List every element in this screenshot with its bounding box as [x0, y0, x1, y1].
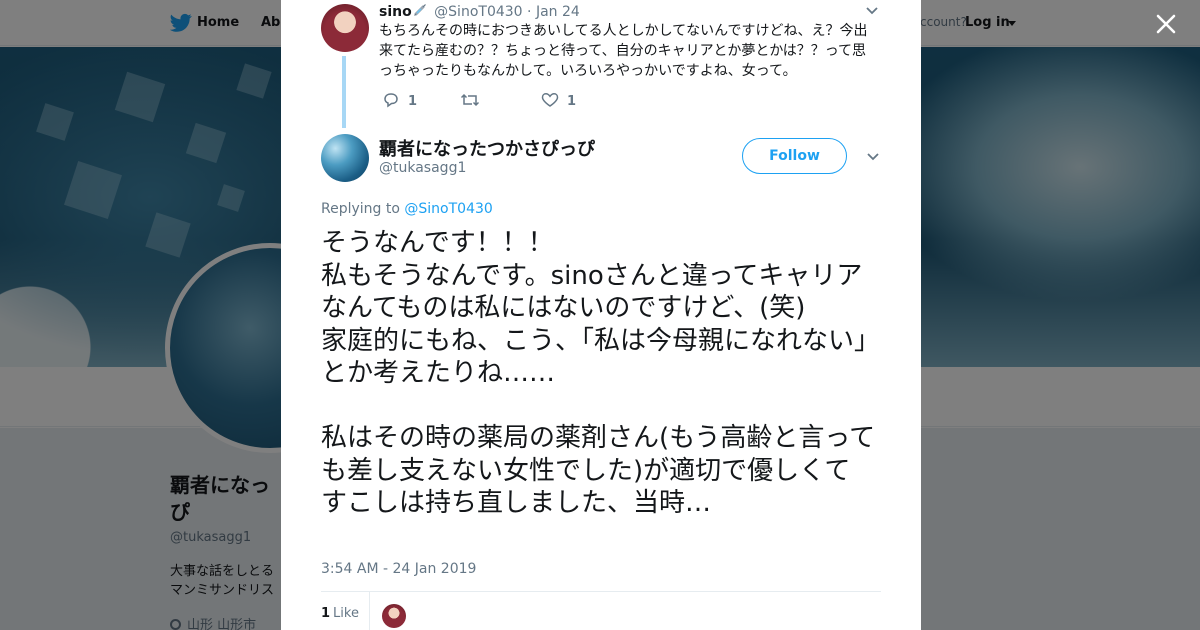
tweet-modal: sino @SinoT0430 · Jan 24 もちろんその時におつきあいして…	[281, 0, 921, 630]
reply-button[interactable]: 1	[382, 92, 417, 112]
parent-tweet-date[interactable]: Jan 24	[536, 4, 580, 20]
retweet-button[interactable]	[460, 92, 488, 112]
parent-tweet-header: sino @SinoT0430 · Jan 24	[379, 3, 580, 20]
syringe-icon	[413, 4, 426, 16]
likes-label: Like	[333, 606, 359, 621]
parent-tweet-handle[interactable]: @SinoT0430	[434, 4, 522, 20]
like-button[interactable]: 1	[541, 92, 576, 112]
tweet-author-handle[interactable]: @tukasagg1	[379, 160, 466, 176]
parent-tweet-avatar[interactable]	[321, 4, 369, 52]
tweet-author-avatar[interactable]	[321, 134, 369, 182]
tweet-text: そうなんです！！！ 私もそうなんです。sinoさんと違ってキャリアなんてものは私…	[321, 228, 881, 518]
like-count: 1	[567, 94, 577, 109]
replying-to: Replying to @SinoT0430	[321, 201, 493, 217]
stats-divider	[369, 592, 370, 630]
parent-tweet-name[interactable]: sino	[379, 4, 412, 20]
chevron-down-icon[interactable]	[865, 6, 879, 16]
tweet-timestamp[interactable]: 3:54 AM - 24 Jan 2019	[321, 561, 476, 577]
heart-icon	[541, 93, 559, 107]
likes-count: 1	[321, 606, 331, 621]
likes-stat[interactable]: 1 Like	[321, 606, 359, 621]
parent-tweet-separator: ·	[527, 4, 532, 20]
reply-count: 1	[408, 94, 418, 109]
retweet-icon	[460, 93, 480, 107]
follow-button[interactable]: Follow	[742, 138, 847, 174]
close-icon[interactable]	[1152, 10, 1180, 38]
chevron-down-icon[interactable]	[866, 152, 880, 162]
replying-to-handle-link[interactable]: @SinoT0430	[404, 201, 492, 217]
parent-tweet-text: もちろんその時におつきあいしてる人としかしてないんですけどね、え？今出来てたら産…	[379, 23, 868, 79]
reply-icon	[384, 93, 398, 108]
thread-connector	[342, 56, 346, 128]
tweet-author-name[interactable]: 覇者になったつかさぴっぴ	[379, 135, 595, 161]
tweet-stats: 1 Like	[321, 591, 881, 630]
liker-avatar[interactable]	[382, 604, 406, 628]
